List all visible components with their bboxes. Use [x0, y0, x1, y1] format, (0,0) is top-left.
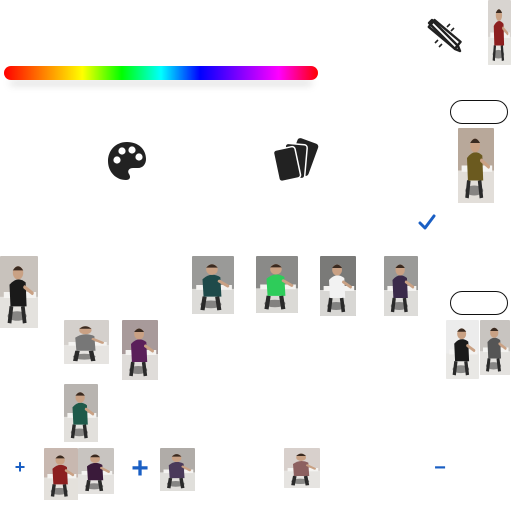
toggle-button-top[interactable] [450, 100, 508, 124]
person-thumbnail[interactable] [488, 0, 511, 65]
minus-icon[interactable]: − [432, 458, 448, 478]
person-thumbnail[interactable] [458, 128, 494, 203]
palette-icon[interactable] [106, 140, 148, 182]
person-thumbnail[interactable] [160, 448, 195, 491]
person-thumbnail[interactable] [78, 448, 114, 494]
person-thumbnail[interactable] [44, 448, 78, 500]
person-thumbnail[interactable] [284, 448, 320, 488]
color-spectrum-slider[interactable] [4, 66, 318, 80]
person-thumbnail[interactable] [320, 256, 356, 316]
person-thumbnail[interactable] [256, 256, 298, 313]
person-thumbnail[interactable] [122, 320, 158, 380]
pencil-ruler-icon[interactable] [424, 14, 466, 54]
person-thumbnail[interactable] [64, 320, 109, 364]
checkmark-icon[interactable] [418, 214, 436, 230]
toggle-button-bottom[interactable] [450, 291, 508, 315]
person-thumbnail[interactable] [192, 256, 234, 314]
cards-icon[interactable] [272, 136, 320, 183]
person-thumbnail[interactable] [64, 384, 98, 442]
person-thumbnail[interactable] [0, 256, 38, 328]
plus-icon-large[interactable]: + [128, 454, 152, 484]
person-thumbnail[interactable] [480, 320, 510, 375]
person-thumbnail[interactable] [384, 256, 418, 316]
plus-icon[interactable]: + [12, 458, 28, 476]
person-thumbnail[interactable] [446, 320, 479, 379]
